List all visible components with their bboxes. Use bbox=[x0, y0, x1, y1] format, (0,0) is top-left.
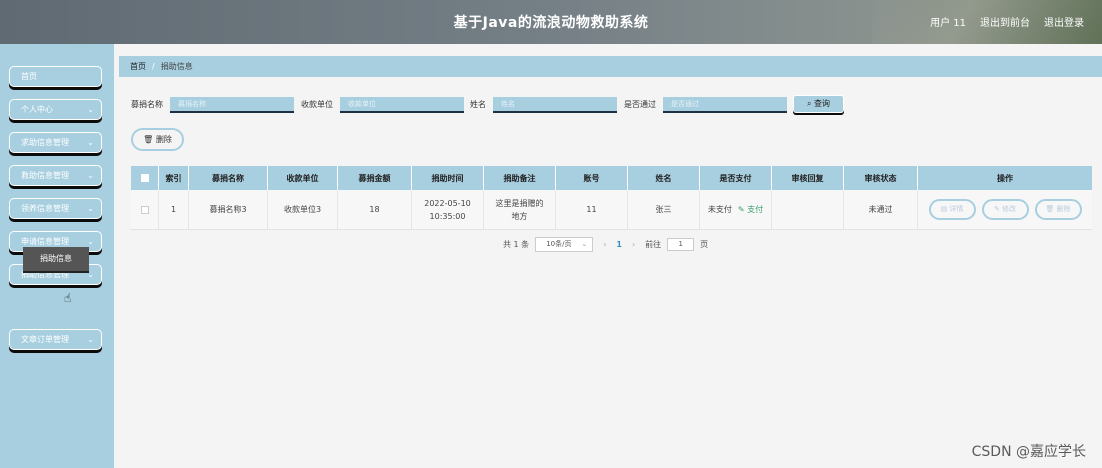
cell-paid: 未支付 ✎ 支付 bbox=[700, 190, 772, 229]
breadcrumb-separator: / bbox=[152, 62, 155, 71]
select-all-checkbox[interactable] bbox=[140, 174, 149, 182]
pay-label: 支付 bbox=[747, 205, 764, 214]
page-size-value: 10条/页 bbox=[546, 240, 572, 248]
watermark: CSDN @嘉应学长 bbox=[971, 444, 1086, 460]
cell-actions: ▤ 详情 ✎ 修改 🗑 删除 bbox=[918, 190, 1092, 229]
search-button[interactable]: ⌕ 查询 bbox=[793, 95, 844, 113]
batch-delete-label: 删除 bbox=[155, 135, 172, 144]
edit-icon: ✎ bbox=[737, 205, 745, 214]
sidebar-item-help-info[interactable]: 求助信息管理 ⌄ bbox=[9, 132, 102, 153]
column-header: 审核状态 bbox=[844, 166, 918, 190]
column-header: 操作 bbox=[997, 173, 1013, 183]
search-label-name: 姓名 bbox=[470, 100, 486, 109]
page-size-select[interactable]: 10条/页 ⌄ bbox=[535, 237, 594, 252]
detail-button[interactable]: ▤ 详情 bbox=[928, 199, 976, 220]
column-header: 审核回复 bbox=[772, 166, 844, 190]
sidebar-item-home[interactable]: 首页 bbox=[9, 66, 102, 87]
chevron-down-icon: ⌄ bbox=[581, 240, 588, 248]
sidebar-item-personal-center[interactable]: 个人中心 ⌄ bbox=[9, 99, 102, 120]
cell-donation-name: 募捐名称3 bbox=[189, 190, 268, 229]
column-header: 收款单位 bbox=[268, 166, 338, 190]
trash-icon: 🗑 bbox=[143, 135, 154, 144]
page-suffix: 页 bbox=[700, 240, 709, 249]
paid-status: 未支付 bbox=[707, 205, 732, 214]
sidebar-item-article-orders[interactable]: 文章订单管理 ⌄ bbox=[9, 329, 102, 350]
edit-button[interactable]: ✎ 修改 bbox=[981, 199, 1029, 220]
top-header: 基于Java的流浪动物救助系统 用户 11 退出到前台 退出登录 bbox=[0, 0, 1102, 44]
search-icon: ⌕ bbox=[806, 99, 812, 108]
exit-to-frontend-link[interactable]: 退出到前台 bbox=[980, 14, 1030, 29]
sidebar-item-rescue-info[interactable]: 救助信息管理 ⌄ bbox=[9, 165, 102, 186]
column-header: 索引 bbox=[159, 166, 189, 190]
sidebar-item-label: 首页 bbox=[21, 72, 37, 81]
cell-remark: 这里是捐赠的地方 bbox=[484, 190, 556, 229]
user-label[interactable]: 用户 11 bbox=[930, 14, 966, 29]
header-select-all[interactable] bbox=[131, 166, 159, 190]
hand-cursor-icon: ☝ bbox=[64, 291, 72, 305]
batch-delete-button[interactable]: 🗑 删除 bbox=[131, 128, 184, 151]
cell-status: 未通过 bbox=[844, 190, 918, 229]
sidebar-item-label: 个人中心 bbox=[21, 105, 53, 114]
chevron-down-icon: ⌄ bbox=[87, 204, 94, 213]
cell-account: 11 bbox=[556, 190, 628, 229]
edit-icon: ✎ bbox=[993, 205, 1000, 213]
chevron-down-icon: ⌄ bbox=[87, 105, 94, 114]
row-checkbox[interactable] bbox=[140, 205, 149, 214]
column-header: 捐助时间 bbox=[412, 166, 484, 190]
column-header: 是否支付 bbox=[700, 166, 772, 190]
cell-amount: 18 bbox=[338, 190, 412, 229]
search-button-label: 查询 bbox=[814, 99, 831, 108]
search-label-approved: 是否通过 bbox=[624, 100, 656, 109]
column-header: 账号 bbox=[556, 166, 628, 190]
column-header: 姓名 bbox=[628, 166, 700, 190]
chevron-down-icon: ⌄ bbox=[87, 171, 94, 180]
trash-icon: 🗑 bbox=[1045, 205, 1055, 213]
cell-payee-unit: 收款单位3 bbox=[268, 190, 338, 229]
name-input[interactable] bbox=[493, 97, 617, 113]
approved-input[interactable] bbox=[663, 97, 787, 113]
row-select[interactable] bbox=[131, 190, 159, 229]
table-header: 索引 募捐名称 收款单位 募捐金额 捐助时间 捐助备注 账号 姓名 是否支付 审… bbox=[131, 166, 1092, 190]
total-count: 共 1 条 bbox=[503, 240, 530, 249]
prev-page-icon[interactable]: ‹ bbox=[603, 240, 606, 249]
sidebar-item-label: 救助信息管理 bbox=[21, 171, 69, 180]
table-row: 1 募捐名称3 收款单位3 18 2022-05-10 10:35:00 这里是… bbox=[131, 190, 1092, 230]
column-header: 捐助备注 bbox=[484, 166, 556, 190]
sidebar-item-label: 领养信息管理 bbox=[21, 204, 69, 213]
search-label-donation-name: 募捐名称 bbox=[131, 100, 163, 109]
sidebar-subitem-donation-info[interactable]: 捐助信息 bbox=[23, 247, 89, 271]
detail-label: 详情 bbox=[949, 205, 964, 213]
logout-link[interactable]: 退出登录 bbox=[1044, 14, 1084, 29]
search-label-payee-unit: 收款单位 bbox=[301, 100, 333, 109]
chevron-down-icon: ⌄ bbox=[87, 138, 94, 147]
sidebar-item-label: 申请信息管理 bbox=[21, 237, 69, 246]
delete-label: 删除 bbox=[1056, 205, 1071, 213]
cell-person-name: 张三 bbox=[628, 190, 700, 229]
chevron-down-icon: ⌄ bbox=[87, 335, 94, 344]
document-icon: ▤ bbox=[940, 205, 948, 213]
payee-unit-input[interactable] bbox=[340, 97, 464, 113]
column-header: 募捐金额 bbox=[338, 166, 412, 190]
sidebar-item-label: 文章订单管理 bbox=[21, 335, 69, 344]
current-page-number[interactable]: 1 bbox=[616, 240, 622, 249]
cell-reply bbox=[772, 190, 844, 229]
delete-button[interactable]: 🗑 删除 bbox=[1034, 199, 1082, 220]
breadcrumb-home[interactable]: 首页 bbox=[130, 62, 146, 71]
sidebar-item-label: 捐助信息管理 bbox=[21, 270, 69, 279]
sidebar-item-label: 求助信息管理 bbox=[21, 138, 69, 147]
next-page-icon[interactable]: › bbox=[632, 240, 635, 249]
edit-label: 修改 bbox=[1002, 205, 1017, 213]
pagination: 共 1 条 10条/页 ⌄ ‹ 1 › 前往 1 页 bbox=[503, 237, 708, 252]
breadcrumb: 首页 / 捐助信息 bbox=[119, 56, 1102, 77]
cell-index: 1 bbox=[159, 190, 189, 229]
sidebar-item-adoption-info[interactable]: 领养信息管理 ⌄ bbox=[9, 198, 102, 219]
breadcrumb-current: 捐助信息 bbox=[160, 62, 193, 71]
pay-button[interactable]: ✎ 支付 bbox=[738, 203, 763, 216]
header-nav: 用户 11 退出到前台 退出登录 bbox=[930, 14, 1084, 29]
goto-page-input[interactable]: 1 bbox=[667, 238, 695, 251]
cell-donation-time: 2022-05-10 10:35:00 bbox=[412, 190, 484, 229]
goto-label: 前往 bbox=[645, 240, 662, 249]
donation-name-input[interactable] bbox=[170, 97, 294, 113]
column-header: 募捐名称 bbox=[189, 166, 268, 190]
